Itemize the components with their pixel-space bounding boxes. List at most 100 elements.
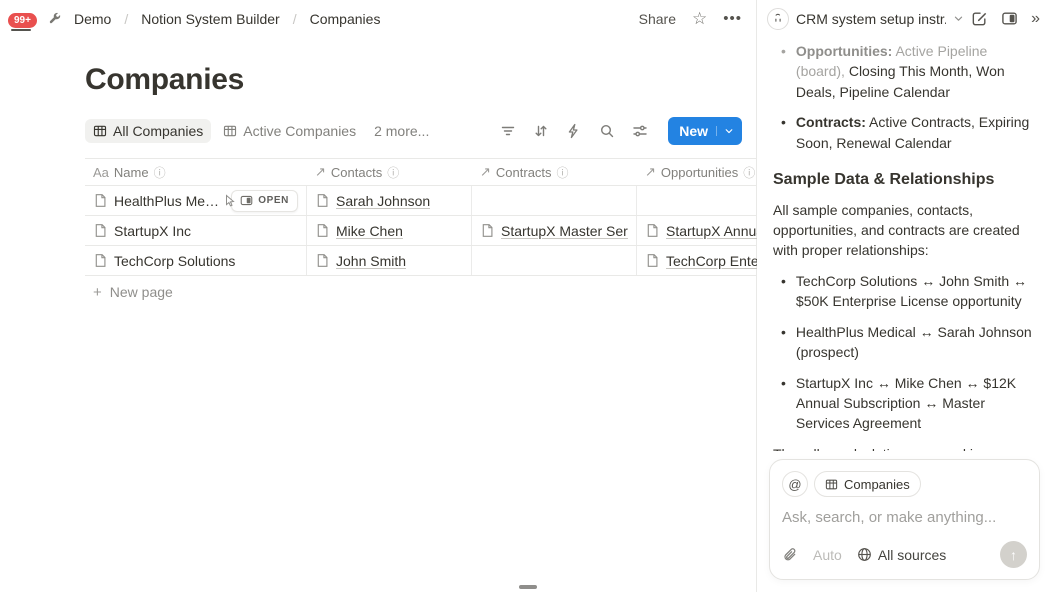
table-row[interactable]: StartupX Inc Mike Chen StartupX Master S… (85, 216, 757, 246)
page-icon (315, 253, 330, 268)
attachment-paperclip-icon[interactable] (782, 547, 798, 563)
cell-contracts[interactable] (472, 186, 637, 215)
composer-toolbar: Auto All sources ↑ (782, 541, 1027, 568)
cell-contacts[interactable]: John Smith (307, 246, 472, 275)
collapse-panel-icon[interactable]: » (1031, 10, 1040, 28)
page-icon (315, 223, 330, 238)
view-tab-label: All Companies (113, 123, 203, 139)
new-chat-icon[interactable] (971, 10, 988, 27)
new-page-button[interactable]: + New page (85, 276, 757, 308)
search-icon[interactable] (599, 123, 615, 139)
all-sources-label: All sources (878, 547, 946, 563)
bullet-label: Opportunities: (796, 43, 892, 59)
list-item: • Opportunities: Active Pipeline (board)… (773, 41, 1036, 102)
table-row[interactable]: TechCorp Solutions John Smith TechCorp E… (85, 246, 757, 276)
companies-table: Aa Name ⓘ ↗ Contacts ⓘ ↗ Contracts ⓘ (85, 158, 757, 308)
send-button[interactable]: ↑ (1000, 541, 1027, 568)
relation-link[interactable]: StartupX Master Services (501, 223, 628, 239)
ai-panel: CRM system setup instr... » • Opportunit… (757, 0, 1052, 592)
bullet-icon: • (781, 41, 786, 102)
app: 99+ Demo / Notion System Builder / Compa… (0, 0, 1052, 592)
info-icon[interactable]: ⓘ (387, 164, 399, 181)
cell-name[interactable]: TechCorp Solutions (85, 246, 307, 275)
view-tab-active-companies[interactable]: Active Companies (215, 119, 364, 143)
chat-title[interactable]: CRM system setup instr... (796, 11, 946, 27)
column-label: Name (114, 165, 149, 180)
plus-icon: + (93, 284, 102, 301)
info-icon[interactable]: ⓘ (154, 164, 166, 181)
column-label: Opportunities (661, 165, 738, 180)
column-header-contracts[interactable]: ↗ Contracts ⓘ (472, 164, 637, 181)
cell-contracts[interactable]: StartupX Master Services (472, 216, 637, 245)
topbar-actions: Share ☆ ••• (639, 9, 742, 29)
bullet-label: Contracts: (796, 114, 866, 130)
column-header-contacts[interactable]: ↗ Contacts ⓘ (307, 164, 472, 181)
cell-opportunities[interactable]: TechCorp Enterp (637, 246, 757, 275)
side-peek-icon[interactable] (1001, 10, 1018, 27)
more-views-button[interactable]: 2 more... (368, 119, 435, 143)
cell-contacts[interactable]: Sarah Johnson (307, 186, 472, 215)
view-settings-icon[interactable] (632, 123, 648, 139)
mention-button[interactable]: @ (782, 471, 808, 497)
relation-link[interactable]: John Smith (336, 253, 406, 269)
page-icon (315, 193, 330, 208)
table-view-icon (93, 124, 107, 138)
notification-badge-wrap[interactable]: 99+ (8, 10, 37, 28)
automation-lightning-icon[interactable] (566, 123, 582, 139)
open-button-label: OPEN (258, 195, 289, 206)
side-peek-icon (240, 194, 253, 207)
relation-link[interactable]: TechCorp Enterp (666, 253, 757, 269)
ai-panel-actions: » (971, 10, 1040, 28)
info-icon[interactable]: ⓘ (743, 164, 755, 181)
new-button[interactable]: New (668, 117, 742, 145)
relation-link[interactable]: Sarah Johnson (336, 193, 430, 209)
column-header-name[interactable]: Aa Name ⓘ (85, 164, 307, 181)
cell-name[interactable]: HealthPlus Medical OPEN (85, 186, 307, 215)
new-page-label: New page (110, 284, 173, 300)
cell-opportunities[interactable] (637, 186, 757, 215)
list-item: • TechCorp Solutions ↔ John Smith ↔ $50K… (773, 271, 1036, 312)
breadcrumb-item-companies[interactable]: Companies (306, 9, 385, 29)
column-label: Contacts (331, 165, 382, 180)
cell-opportunities[interactable]: StartupX Annual (637, 216, 757, 245)
bullet-icon: • (781, 112, 786, 153)
bullet-icon: • (781, 373, 786, 434)
breadcrumb-separator: / (293, 11, 297, 27)
page-content: Companies All Companies Active Companies… (0, 63, 756, 308)
table-header-row: Aa Name ⓘ ↗ Contacts ⓘ ↗ Contracts ⓘ (85, 159, 757, 186)
mode-auto-button[interactable]: Auto (813, 547, 842, 563)
breadcrumb: 99+ Demo / Notion System Builder / Compa… (8, 9, 384, 29)
info-icon[interactable]: ⓘ (557, 164, 569, 181)
breadcrumb-item-system-builder[interactable]: Notion System Builder (137, 9, 284, 29)
horizontal-scroll-handle[interactable] (519, 585, 537, 589)
company-name: HealthPlus Medical (114, 193, 225, 209)
share-button[interactable]: Share (639, 11, 676, 27)
more-options-icon[interactable]: ••• (723, 10, 742, 27)
chevron-down-icon[interactable] (716, 126, 734, 136)
relation-property-icon: ↗ (480, 164, 491, 180)
column-header-opportunities[interactable]: ↗ Opportunities ⓘ (637, 164, 757, 181)
page-icon (480, 223, 495, 238)
chevron-down-icon[interactable] (953, 13, 964, 24)
relation-property-icon: ↗ (315, 164, 326, 180)
favorite-star-icon[interactable]: ☆ (692, 9, 707, 29)
cell-name[interactable]: StartupX Inc (85, 216, 307, 245)
globe-icon (857, 547, 872, 562)
ai-prompt-input[interactable] (782, 509, 1027, 526)
sort-icon[interactable] (533, 123, 549, 139)
cell-contacts[interactable]: Mike Chen (307, 216, 472, 245)
breadcrumb-item-demo[interactable]: Demo (70, 9, 115, 29)
ai-face-icon (767, 8, 789, 30)
bullet-text: StartupX Inc ↔ Mike Chen ↔ $12K Annual S… (796, 373, 1036, 434)
context-chip-companies[interactable]: Companies (814, 471, 921, 497)
view-tab-all-companies[interactable]: All Companies (85, 119, 211, 143)
relation-link[interactable]: StartupX Annual (666, 223, 757, 239)
company-name: StartupX Inc (114, 223, 191, 239)
all-sources-button[interactable]: All sources (857, 547, 946, 563)
relation-link[interactable]: Mike Chen (336, 223, 403, 239)
cell-contracts[interactable] (472, 246, 637, 275)
page-icon (93, 253, 108, 268)
filter-icon[interactable] (500, 123, 516, 139)
table-row[interactable]: + HealthPlus Medical OPEN (85, 186, 757, 216)
open-page-button[interactable]: OPEN (231, 190, 298, 212)
